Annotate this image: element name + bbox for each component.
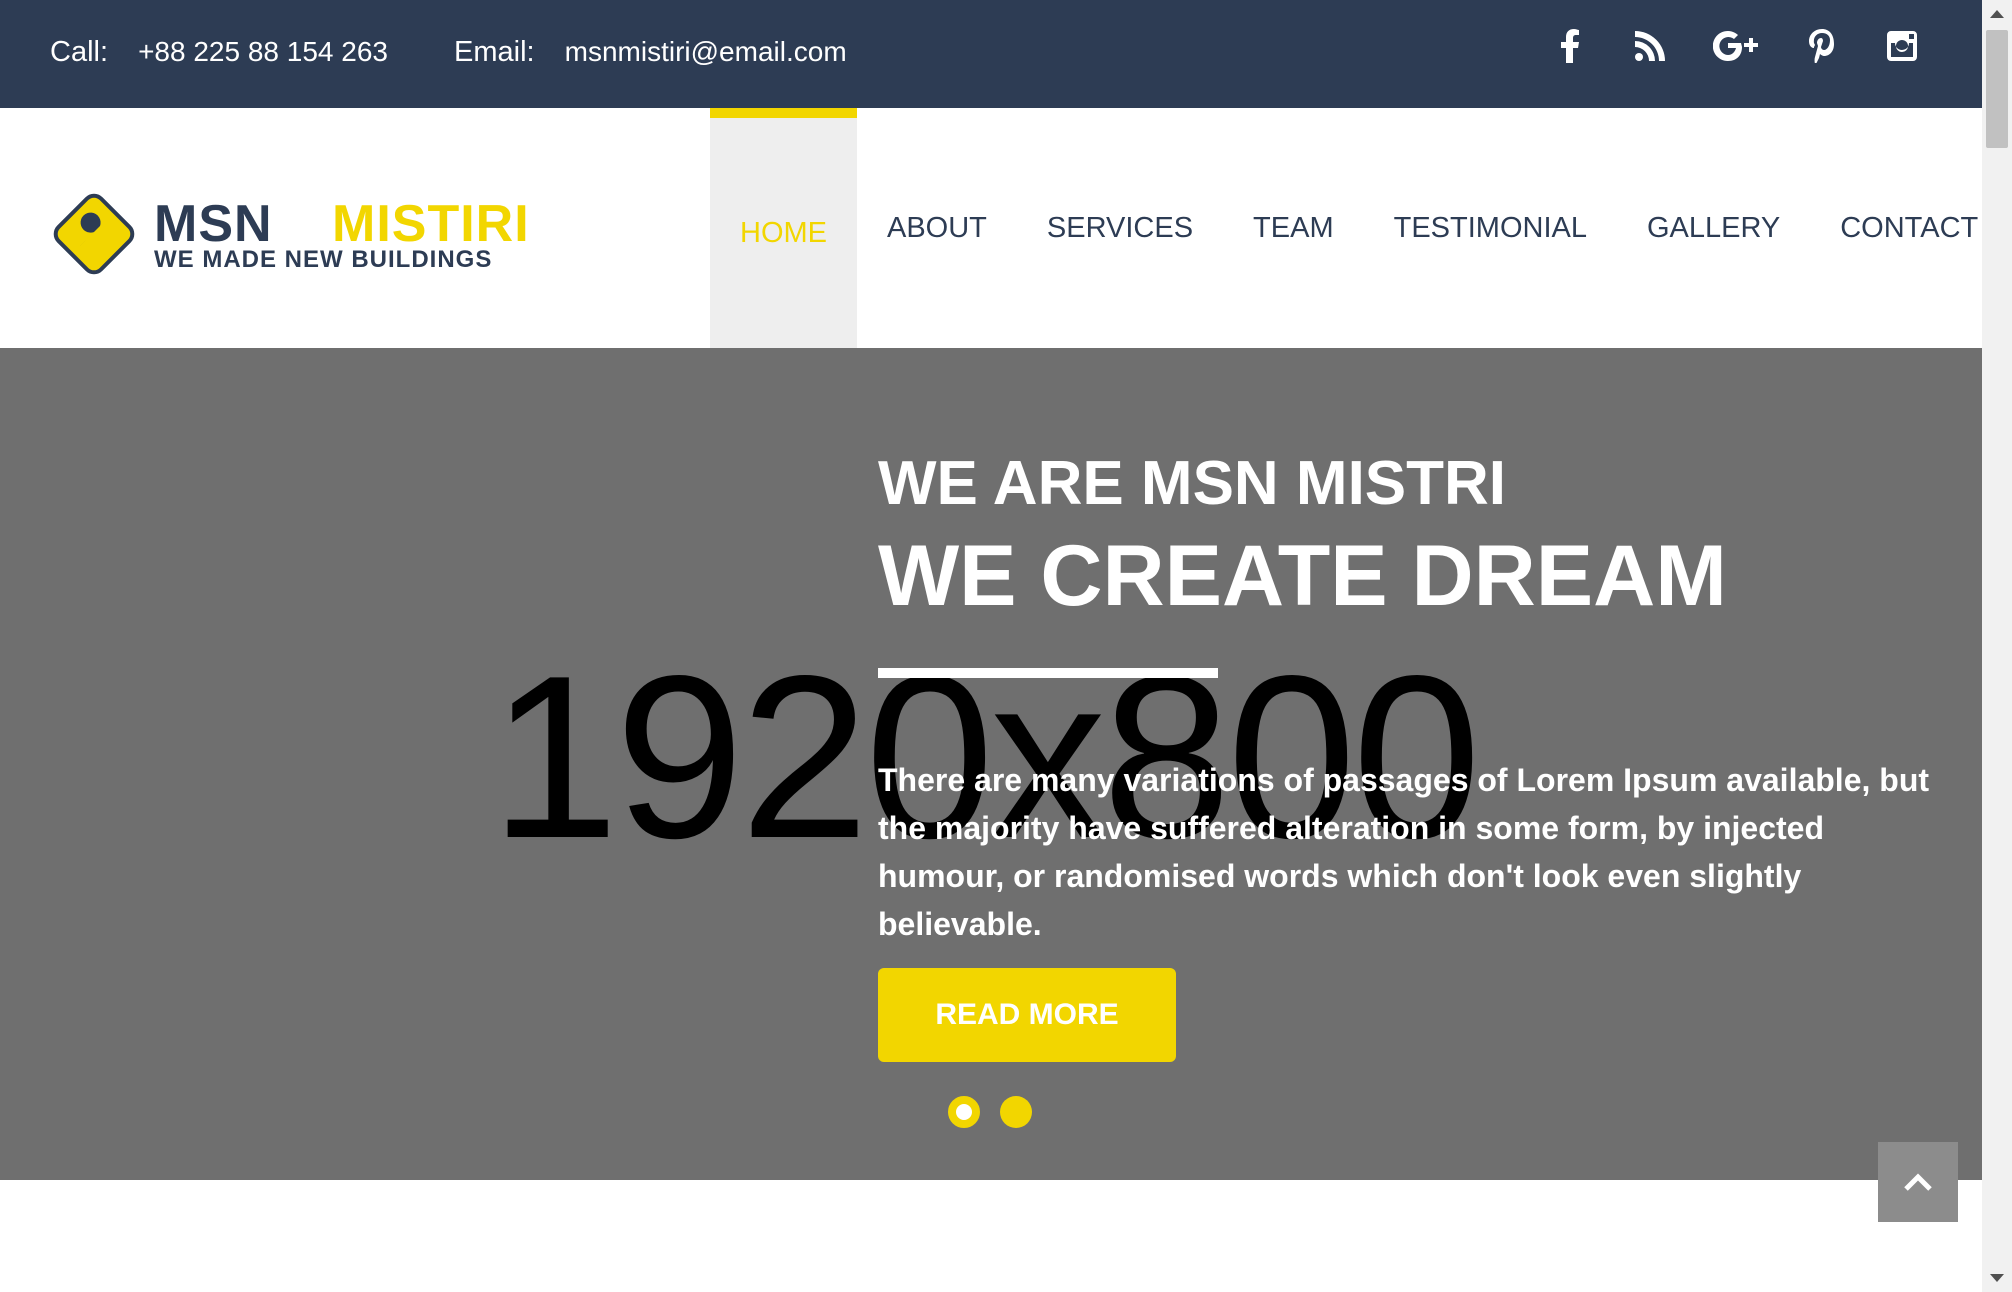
email-address[interactable]: msnmistiri@email.com	[565, 36, 847, 67]
rss-icon[interactable]	[1633, 28, 1667, 64]
back-to-top-button[interactable]	[1878, 1142, 1958, 1222]
email-label: Email:	[454, 36, 535, 68]
hero-description: There are many variations of passages of…	[878, 762, 1930, 942]
hero-content: WE ARE MSN MISTRI WE CREATE DREAM There …	[878, 448, 1958, 980]
scroll-up-arrow-icon[interactable]	[1982, 0, 2012, 28]
scroll-down-arrow-icon[interactable]	[1982, 1264, 2012, 1292]
slider-dot-2[interactable]	[1000, 1096, 1032, 1128]
nav-item-gallery[interactable]: GALLERY	[1617, 108, 1810, 348]
call-number[interactable]: +88 225 88 154 263	[138, 36, 388, 67]
nav-item-about[interactable]: ABOUT	[857, 108, 1017, 348]
chevron-up-icon	[1904, 1173, 1932, 1191]
slider-dot-1[interactable]	[948, 1096, 980, 1128]
email-info: Email: msnmistiri@email.com	[454, 34, 847, 70]
facebook-icon[interactable]	[1553, 28, 1587, 64]
google-plus-icon[interactable]	[1713, 28, 1759, 64]
site-logo[interactable]: MSN MISTIRI WE MADE NEW BUILDINGS	[50, 190, 529, 278]
instagram-icon[interactable]	[1885, 28, 1919, 64]
main-nav: HOME ABOUT SERVICES TEAM TESTIMONIAL GAL…	[710, 108, 2008, 348]
brand-name-primary: MSN	[154, 195, 273, 253]
nav-item-testimonial[interactable]: TESTIMONIAL	[1364, 108, 1617, 348]
call-label: Call:	[50, 36, 109, 68]
hero-title: WE CREATE DREAM	[878, 528, 1727, 624]
top-bar: Call: +88 225 88 154 263 Email: msnmisti…	[0, 0, 1982, 108]
hero-subtitle: WE ARE MSN MISTRI	[878, 449, 1507, 518]
read-more-button[interactable]: READ MORE	[878, 968, 1176, 1062]
pinterest-icon[interactable]	[1805, 28, 1839, 64]
brand-tagline: WE MADE NEW BUILDINGS	[154, 246, 493, 273]
brand-name-secondary: MISTIRI	[332, 195, 530, 253]
main-header: MSN MISTIRI WE MADE NEW BUILDINGS HOME A…	[0, 108, 1982, 348]
nav-item-services[interactable]: SERVICES	[1017, 108, 1223, 348]
wrench-logo-icon	[53, 193, 135, 275]
hero-divider	[878, 668, 1218, 678]
nav-item-home[interactable]: HOME	[710, 108, 857, 348]
slider-pagination	[948, 1096, 1032, 1128]
scrollbar-thumb[interactable]	[1986, 30, 2008, 148]
call-info: Call: +88 225 88 154 263	[50, 34, 388, 70]
social-links	[1553, 28, 1919, 64]
page-scrollbar[interactable]	[1982, 0, 2012, 1292]
hero-slider: 1920x800 WE ARE MSN MISTRI WE CREATE DRE…	[0, 348, 1982, 1180]
nav-item-team[interactable]: TEAM	[1223, 108, 1364, 348]
nav-item-contact[interactable]: CONTACT	[1810, 108, 2008, 348]
